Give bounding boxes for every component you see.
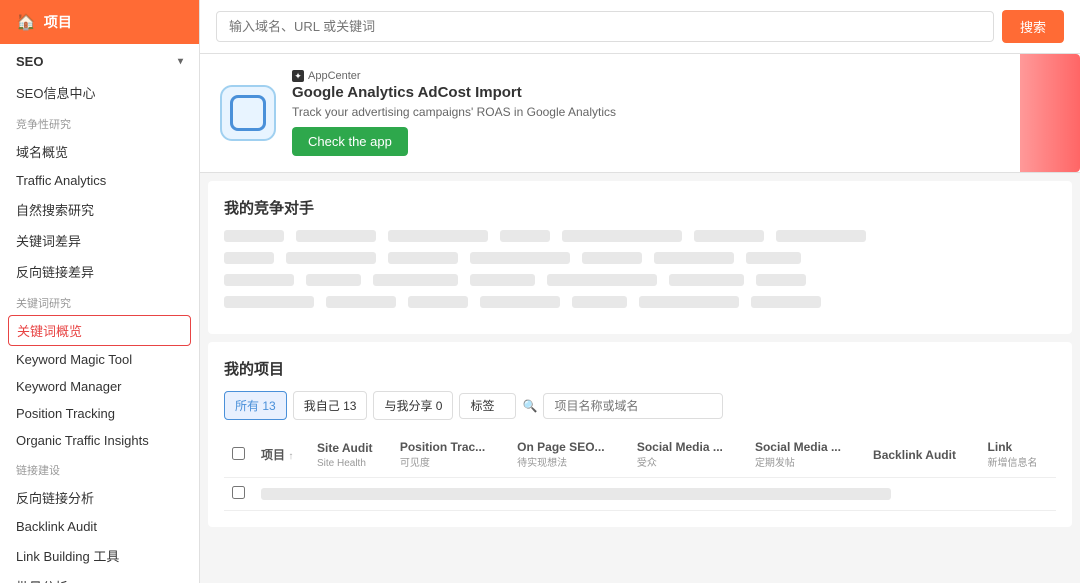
sidebar-item-natural-search[interactable]: 自然搜索研究 [0,194,199,225]
sidebar-item-keyword-manager[interactable]: Keyword Manager [0,373,199,400]
table-header-on-page-seo: On Page SEO... 待实现想法 [509,432,629,478]
table-header-social-media-1: Social Media ... 受众 [629,432,747,478]
projects-table: 项目 ↑ Site Audit Site Health Position Tra… [224,432,1056,511]
sidebar-category-competitive: 竞争性研究 [0,108,199,136]
skeleton-block [224,230,284,242]
skeleton-block [306,274,361,286]
sidebar-item-position-tracking[interactable]: Position Tracking [0,400,199,427]
skeleton-block [582,252,642,264]
app-banner: ✦ AppCenter Google Analytics AdCost Impo… [200,54,1080,173]
competitors-section: 我的竞争对手 [208,181,1072,334]
skeleton-block [776,230,866,242]
competitors-title: 我的竞争对手 [224,197,1056,218]
sidebar-item-link-building[interactable]: Link Building 工具 [0,540,199,571]
projects-section: 我的项目 所有 13 我自己 13 与我分享 0 标签 🔍 [208,342,1072,527]
app-title: Google Analytics AdCost Import [292,84,1060,101]
skeleton-row-1 [224,230,1056,242]
sidebar-header[interactable]: 🏠 项目 [0,0,199,44]
skeleton-block [408,296,468,308]
skeleton-block [286,252,376,264]
sidebar-item-seo-info[interactable]: SEO信息中心 [0,77,199,108]
seo-section-toggle[interactable]: SEO ▾ [0,44,199,77]
sidebar-item-keyword-overview[interactable]: 关键词概览 [8,315,191,346]
app-source-label: AppCenter [308,70,361,82]
appcenter-icon: ✦ [292,70,304,82]
skeleton-block [756,274,806,286]
sidebar-item-batch-analysis[interactable]: 批量分析 [0,571,199,583]
filter-all-button[interactable]: 所有 13 [224,391,287,420]
skeleton-block [751,296,821,308]
table-header-position-track: Position Trac... 可见度 [392,432,509,478]
home-icon: 🏠 [16,12,36,32]
skeleton-block [224,252,274,264]
table-header-backlink-audit: Backlink Audit [865,432,980,478]
skeleton-block [224,274,294,286]
row-checkbox[interactable] [232,486,245,499]
skeleton-row-3 [224,274,1056,286]
project-search-input[interactable] [543,393,723,419]
table-header-link: Link 新增信息名 [980,432,1056,478]
skeleton-block [388,230,488,242]
sidebar-category-link-building: 链接建设 [0,454,199,482]
topbar: 搜索 [200,0,1080,54]
app-banner-decoration [1020,54,1080,172]
sidebar-item-traffic-analytics[interactable]: Traffic Analytics [0,167,199,194]
skeleton-block [562,230,682,242]
table-row [224,478,1056,511]
skeleton-block [224,296,314,308]
content-area: ✦ AppCenter Google Analytics AdCost Impo… [200,54,1080,583]
sidebar-item-keyword-magic[interactable]: Keyword Magic Tool [0,346,199,373]
skeleton-row-4 [224,296,1056,308]
skeleton-block [480,296,560,308]
sidebar: 🏠 项目 SEO ▾ SEO信息中心 竞争性研究 域名概览 Traffic An… [0,0,200,583]
project-filters: 所有 13 我自己 13 与我分享 0 标签 🔍 [224,391,1056,420]
filter-shared-button[interactable]: 与我分享 0 [373,391,453,420]
skeleton-block [470,274,535,286]
search-icon: 🔍 [522,399,537,413]
skeleton-block [639,296,739,308]
select-all-checkbox[interactable] [232,447,245,460]
sidebar-item-backlink-audit[interactable]: Backlink Audit [0,513,199,540]
table-header-site-audit: Site Audit Site Health [309,432,392,478]
skeleton-block [326,296,396,308]
sidebar-item-backlink-analysis[interactable]: 反向链接分析 [0,482,199,513]
sidebar-item-keyword-diff[interactable]: 关键词差异 [0,225,199,256]
skeleton-block [572,296,627,308]
skeleton-block [654,252,734,264]
skeleton-block [547,274,657,286]
skeleton-block [470,252,570,264]
app-source: ✦ AppCenter [292,70,1060,82]
skeleton-block [388,252,458,264]
skeleton-row-2 [224,252,1056,264]
skeleton-block [746,252,801,264]
projects-title: 我的项目 [224,358,1056,379]
table-header-row: 项目 ↑ Site Audit Site Health Position Tra… [224,432,1056,478]
app-info: ✦ AppCenter Google Analytics AdCost Impo… [292,70,1060,156]
skeleton-block [296,230,376,242]
table-header-social-media-2: Social Media ... 定期发帖 [747,432,865,478]
chevron-down-icon: ▾ [178,56,183,67]
sidebar-item-domain-overview[interactable]: 域名概览 [0,136,199,167]
table-header-checkbox [224,432,253,478]
filter-own-button[interactable]: 我自己 13 [293,391,368,420]
skeleton-block [373,274,458,286]
app-icon [220,85,276,141]
table-header-project: 项目 ↑ [253,432,309,478]
sidebar-category-keyword-research: 关键词研究 [0,287,199,315]
tags-select[interactable]: 标签 [459,393,516,419]
sort-icon: ↑ [288,451,293,462]
check-app-button[interactable]: Check the app [292,127,408,156]
skeleton-block [500,230,550,242]
app-icon-inner [230,95,266,131]
search-button[interactable]: 搜索 [1002,10,1064,43]
sidebar-header-label: 项目 [44,12,72,32]
skeleton-block [669,274,744,286]
main-area: 搜索 ✦ AppCenter Google Analytics AdCost I… [200,0,1080,583]
seo-section-label: SEO [16,54,43,69]
app-desc: Track your advertising campaigns' ROAS i… [292,105,1060,119]
search-input[interactable] [216,11,994,42]
sidebar-item-organic-traffic[interactable]: Organic Traffic Insights [0,427,199,454]
skeleton-block [694,230,764,242]
sidebar-item-backlink-diff[interactable]: 反向链接差异 [0,256,199,287]
